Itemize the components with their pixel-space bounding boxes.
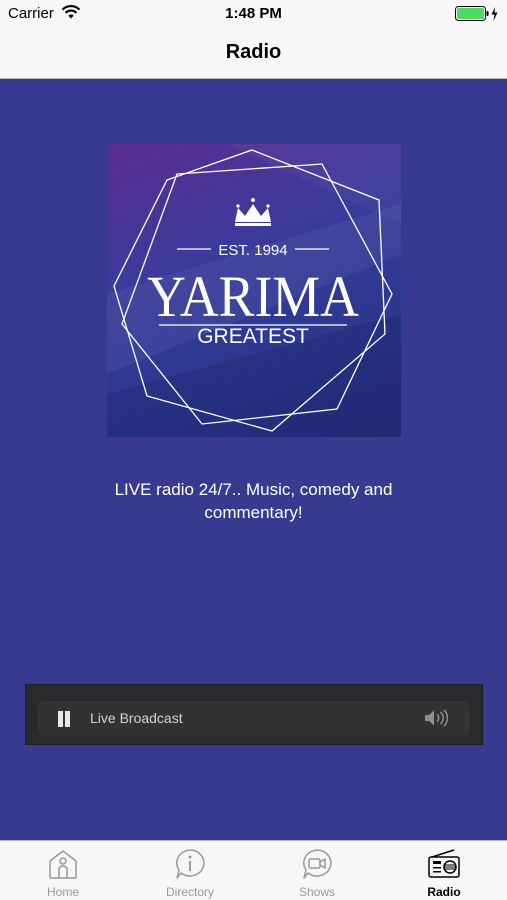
logo-name: YARIMA [147, 264, 359, 329]
tab-bar: Home Directory Shows Radio [0, 840, 507, 900]
station-logo: EST. 1994 YARIMA GREATEST [107, 144, 401, 437]
video-chat-icon [303, 849, 332, 879]
station-description: LIVE radio 24/7.. Music, comedy and comm… [114, 480, 393, 522]
pause-button[interactable] [56, 711, 72, 727]
tab-directory-label: Directory [165, 885, 214, 899]
tab-radio-label: Radio [427, 885, 461, 899]
clock: 1:48 PM [225, 5, 282, 22]
logo-est: EST. 1994 [218, 242, 287, 259]
tab-radio[interactable]: Radio [381, 841, 507, 900]
logo-subtitle: GREATEST [197, 325, 309, 348]
page-title: Radio [225, 41, 282, 63]
radio-screen: EST. 1994 YARIMA GREATEST LIVE radio 24/… [0, 80, 507, 840]
home-icon [49, 850, 77, 879]
radio-icon [428, 849, 460, 878]
tab-shows-label: Shows [298, 885, 336, 899]
tab-shows[interactable]: Shows [254, 841, 380, 900]
info-icon [176, 849, 205, 879]
volume-icon [425, 709, 449, 727]
audio-player: Live Broadcast [25, 684, 483, 745]
crown-icon [235, 198, 271, 226]
battery-icon [455, 6, 499, 26]
tab-home[interactable]: Home [0, 841, 126, 900]
tab-directory[interactable]: Directory [127, 841, 253, 900]
volume-button[interactable] [424, 709, 452, 732]
status-bar: Carrier 1:48 PM [0, 0, 507, 28]
navigation-bar: Radio [0, 28, 507, 79]
player-controls: Live Broadcast [38, 701, 470, 736]
tab-home-label: Home [46, 885, 79, 899]
player-label: Live Broadcast [90, 710, 183, 726]
